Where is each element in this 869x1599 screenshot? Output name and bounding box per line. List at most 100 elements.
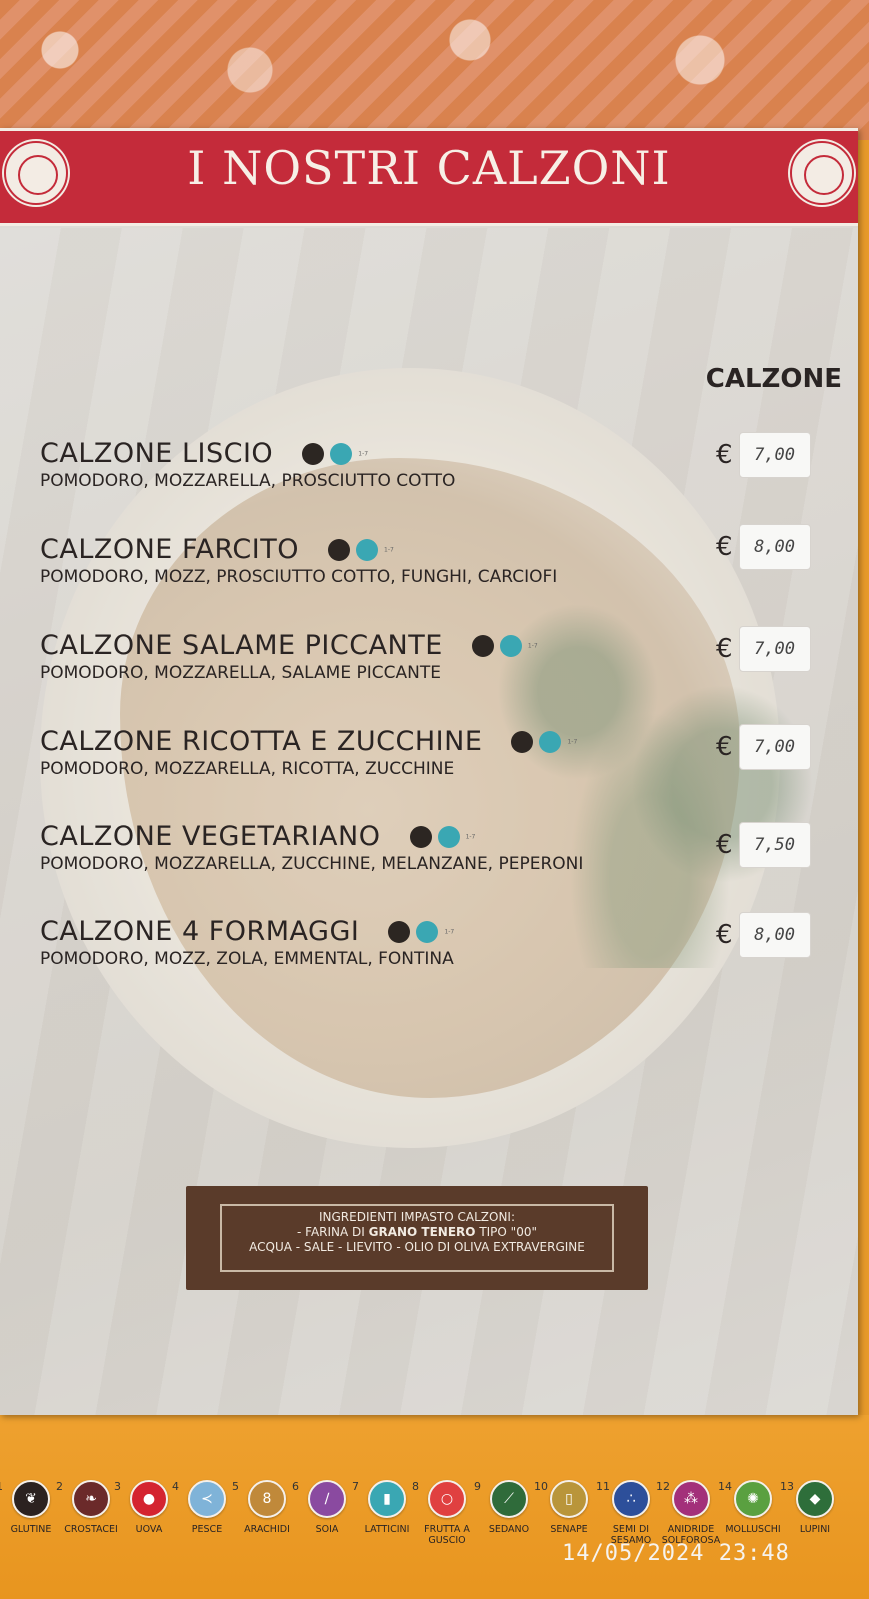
dairy-dot [539,730,562,753]
gluten-dot [328,538,351,561]
milk-icon: ▮ [368,1480,406,1518]
item-description: POMODORO, MOZZARELLA, RICOTTA, ZUCCHINE [40,759,455,779]
allergen-codes: 1-7 [567,738,578,745]
nut-icon: ○ [428,1480,466,1518]
price-tag: 7,50 [738,822,811,868]
item-name: CALZONE 4 FORMAGGI [40,916,360,947]
allergen-number: 9 [474,1480,481,1493]
item-description: POMODORO, MOZZARELLA, PROSCIUTTO COTTO [40,471,456,491]
allergen-number: 1 [0,1480,3,1493]
allergen-number: 11 [596,1480,610,1493]
allergen-codes: 1-7 [527,642,538,649]
lupin-icon: ◆ [796,1480,834,1518]
allergen-dots: 1-7 [409,825,475,848]
soy-icon: ∕ [308,1480,346,1518]
dairy-dot [499,634,522,657]
allergen-number: 5 [232,1480,239,1493]
mustard-icon: ▯ [550,1480,588,1518]
allergen-label: LUPINI [799,1524,831,1535]
item-name: CALZONE VEGETARIANO [40,821,381,852]
allergen-label: FRUTTA A GUSCIO [424,1524,470,1546]
item-name: CALZONE FARCITO [40,534,299,565]
allergen-number: 12 [656,1480,670,1493]
price-tag: 7,00 [738,626,811,672]
allergen-tree-nuts: 8 ○ FRUTTA A GUSCIO [412,1480,482,1546]
allergen-number: 2 [56,1480,63,1493]
dough-flour-type: GRANO TENERO [368,1225,476,1239]
dough-flour-suffix: TIPO "00" [475,1225,537,1239]
dairy-dot [437,825,460,848]
logo-seal-right [790,141,854,205]
egg-icon: ● [130,1480,168,1518]
allergen-number: 10 [534,1480,548,1493]
dough-ingredients-box: INGREDIENTI IMPASTO CALZONI: - FARINA DI… [186,1186,648,1290]
dough-ingredients-frame: INGREDIENTI IMPASTO CALZONI: - FARINA DI… [220,1204,614,1272]
gluten-dot [511,730,534,753]
item-description: POMODORO, MOZZARELLA, ZUCCHINE, MELANZAN… [40,854,584,874]
allergen-number: 4 [172,1480,179,1493]
item-name: CALZONE RICOTTA E ZUCCHINE [40,726,483,757]
allergen-number: 6 [292,1480,299,1493]
menu-item: CALZONE VEGETARIANO 1-7 POMODORO, MOZZAR… [40,821,583,874]
item-description: POMODORO, MOZZARELLA, SALAME PICCANTE [40,663,441,683]
allergen-lupins: 13 ◆ LUPINI [780,1480,850,1535]
allergen-codes: 1-7 [444,928,455,935]
allergen-mustard: 10 ▯ SENAPE [534,1480,604,1535]
item-price: €8,00 [716,524,811,570]
euro-symbol: € [716,732,733,762]
euro-symbol: € [716,920,733,950]
dough-other-ingredients: ACQUA - SALE - LIEVITO - OLIO DI OLIVA E… [249,1240,585,1254]
item-price: €7,50 [716,822,811,868]
photo-timestamp: 14/05/2024 23:48 [562,1541,790,1566]
allergen-dots: 1-7 [328,538,394,561]
gluten-dot [302,442,325,465]
allergen-codes: 1-7 [358,450,369,457]
dough-flour-prefix: - FARINA DI [297,1225,369,1239]
price-tag: 7,00 [738,724,811,770]
allergen-dots: 1-7 [511,730,578,753]
price-tag: 7,00 [738,432,811,478]
dough-heading: INGREDIENTI IMPASTO CALZONI: [318,1210,516,1224]
page-title: I NOSTRI CALZONI [187,141,671,195]
gluten-dot [471,634,494,657]
price-tag: 8,00 [738,912,811,958]
allergen-number: 13 [780,1480,794,1493]
fish-icon: ≺ [188,1480,226,1518]
header-band: I NOSTRI CALZONI [0,128,858,226]
euro-symbol: € [716,830,733,860]
menu-poster: I NOSTRI CALZONI CALZONE CALZONE LISCIO … [0,128,858,1415]
menu-item: CALZONE LISCIO 1-7 POMODORO, MOZZARELLA,… [40,438,455,491]
dairy-dot [356,538,379,561]
item-price: €7,00 [716,626,811,672]
dairy-dot [330,442,353,465]
allergen-dots: 1-7 [302,442,369,465]
sesame-icon: ∴ [612,1480,650,1518]
euro-symbol: € [716,634,733,664]
euro-symbol: € [716,440,733,470]
bread-icon: ❦ [12,1480,50,1518]
euro-symbol: € [716,532,733,562]
section-title: CALZONE [705,364,842,394]
menu-item: CALZONE SALAME PICCANTE 1-7 POMODORO, MO… [40,630,538,683]
item-description: POMODORO, MOZZ, ZOLA, EMMENTAL, FONTINA [40,949,454,969]
allergen-codes: 1-7 [384,546,394,553]
gluten-dot [409,825,432,848]
shrimp-icon: ❧ [72,1480,110,1518]
sulphite-icon: ⁂ [672,1480,710,1518]
allergen-number: 8 [412,1480,419,1493]
allergen-dots: 1-7 [471,634,538,657]
dough-flour-line: - FARINA DI GRANO TENERO TIPO "00" [222,1225,612,1240]
wallpaper-background [0,0,869,140]
gluten-dot [388,920,411,943]
allergen-number: 7 [352,1480,359,1493]
item-name: CALZONE SALAME PICCANTE [40,630,443,661]
allergen-molluscs: 14 ✺ MOLLUSCHI [718,1480,788,1535]
menu-item: CALZONE RICOTTA E ZUCCHINE 1-7 POMODORO,… [40,726,577,779]
allergen-label: SENAPE [550,1524,588,1535]
allergen-number: 3 [114,1480,121,1493]
item-description: POMODORO, MOZZ, PROSCIUTTO COTTO, FUNGHI… [40,567,558,587]
allergen-label: MOLLUSCHI [725,1524,781,1535]
peanut-icon: 8 [248,1480,286,1518]
price-tag: 8,00 [738,524,811,570]
shell-icon: ✺ [734,1480,772,1518]
